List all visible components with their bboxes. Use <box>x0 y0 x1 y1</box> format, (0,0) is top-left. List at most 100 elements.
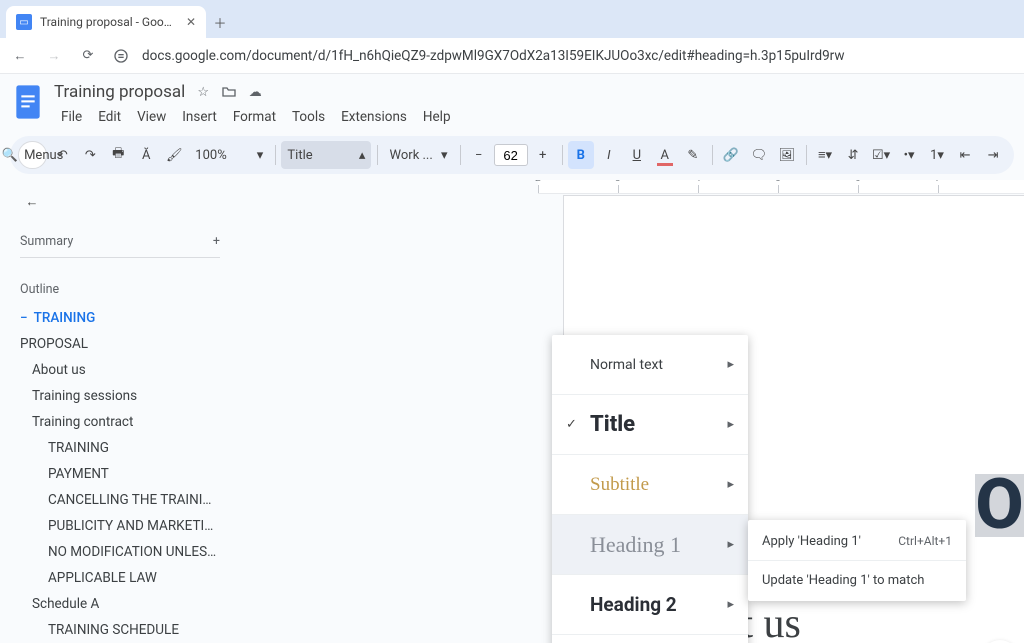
style-heading-1[interactable]: Heading 1 ▸ <box>552 515 748 575</box>
keyboard-shortcut: Ctrl+Alt+1 <box>898 534 952 548</box>
outline-sidebar: ← Summary + Outline −TRAINING PROPOSAL A… <box>0 180 248 643</box>
underline-button[interactable]: U <box>624 141 650 169</box>
chevron-right-icon: ▸ <box>727 477 734 492</box>
outline-heading: Outline <box>20 282 228 297</box>
insert-image-button[interactable]: 🖼 <box>774 141 800 169</box>
insert-link-button[interactable]: 🔗 <box>718 141 744 169</box>
chevron-up-icon: ▴ <box>359 148 366 163</box>
spellcheck-button[interactable]: Ă <box>133 141 159 169</box>
menu-format[interactable]: Format <box>226 106 283 128</box>
outline-item[interactable]: TRAINING <box>20 435 220 461</box>
outline-item[interactable]: APPLICABLE LAW <box>20 565 220 591</box>
paragraph-styles-menu: Normal text ▸ ✓Title ▸ Subtitle ▸ Headin… <box>552 335 748 643</box>
collapse-icon[interactable]: − <box>20 310 28 326</box>
increase-indent-button[interactable]: ⇥ <box>980 141 1006 169</box>
style-title[interactable]: ✓Title ▸ <box>552 395 748 455</box>
menu-extensions[interactable]: Extensions <box>334 106 414 128</box>
site-info-icon[interactable] <box>110 45 132 67</box>
align-button[interactable]: ≡▾ <box>812 141 838 169</box>
undo-button[interactable]: ↶ <box>49 141 75 169</box>
menu-help[interactable]: Help <box>416 106 458 128</box>
collapse-outline-button[interactable]: ← <box>20 190 44 214</box>
search-icon: 🔍 <box>2 148 18 163</box>
menu-view[interactable]: View <box>130 106 173 128</box>
title-text-fragment[interactable]: OPOSAL <box>975 474 1024 537</box>
horizontal-ruler[interactable]: 2 3 4 5 6 7 <box>538 180 1024 194</box>
text-color-button[interactable]: A <box>652 141 678 169</box>
google-docs-app: Training proposal ☆ ☁ File Edit View Ins… <box>0 74 1024 643</box>
outline-item[interactable]: CANCELLING THE TRAININ… <box>20 487 220 513</box>
apply-heading-1[interactable]: Apply 'Heading 1' Ctrl+Alt+1 <box>748 524 966 558</box>
docs-favicon: ▭ <box>16 14 32 30</box>
style-heading-3[interactable]: Heading 3 ▸ <box>552 635 748 643</box>
menu-insert[interactable]: Insert <box>175 106 224 128</box>
outline-item[interactable]: Schedule A <box>20 591 220 617</box>
outline-item[interactable]: NO MODIFICATION UNLESS … <box>20 539 220 565</box>
font-select[interactable]: Work ...▾ <box>384 141 454 169</box>
summary-heading: Summary <box>20 234 73 249</box>
url-text[interactable]: docs.google.com/document/d/1fH_n6hQieQZ9… <box>142 48 1016 64</box>
menu-tools[interactable]: Tools <box>285 106 332 128</box>
decrease-font-size[interactable]: − <box>466 141 492 169</box>
outline-item[interactable]: PAYMENT <box>20 461 220 487</box>
chevron-down-icon: ▾ <box>257 148 264 163</box>
paint-format-button[interactable]: 🖌 <box>161 141 187 169</box>
bold-button[interactable]: B <box>568 141 594 169</box>
heading-1-submenu: Apply 'Heading 1' Ctrl+Alt+1 Update 'Hea… <box>748 520 966 601</box>
line-spacing-button[interactable]: ⇵ <box>840 141 866 169</box>
menu-file[interactable]: File <box>54 106 89 128</box>
bulleted-list-button[interactable]: •▾ <box>896 141 922 169</box>
outline-item[interactable]: −TRAINING <box>20 305 220 331</box>
toolbar: 🔍 Menus ↶ ↷ 🖶 Ă 🖌 100%▾ Title▴ Work ...▾… <box>10 136 1014 174</box>
app-header: Training proposal ☆ ☁ File Edit View Ins… <box>0 74 1024 128</box>
outline-item[interactable]: PUBLICITY AND MARKETING <box>20 513 220 539</box>
search-menus[interactable]: 🔍 Menus <box>18 141 47 169</box>
chevron-right-icon: ▸ <box>727 357 734 372</box>
outline-item[interactable]: Training sessions <box>20 383 220 409</box>
browser-address-bar: ← → ⟳ docs.google.com/document/d/1fH_n6h… <box>0 38 1024 74</box>
checklist-button[interactable]: ☑▾ <box>868 141 894 169</box>
menu-bar: File Edit View Insert Format Tools Exten… <box>54 106 458 128</box>
move-icon[interactable] <box>221 84 237 100</box>
print-button[interactable]: 🖶 <box>105 141 131 169</box>
chevron-right-icon: ▸ <box>727 417 734 432</box>
tab-title: Training proposal - Google Do... <box>40 15 178 29</box>
outline-item[interactable]: TRAINING SCHEDULE <box>20 617 220 643</box>
outline-item[interactable]: Training contract <box>20 409 220 435</box>
italic-button[interactable]: I <box>596 141 622 169</box>
back-button[interactable]: ← <box>8 44 32 68</box>
outline-item[interactable]: PROPOSAL <box>20 331 220 357</box>
menu-edit[interactable]: Edit <box>91 106 128 128</box>
style-subtitle[interactable]: Subtitle ▸ <box>552 455 748 515</box>
outline-list: −TRAINING PROPOSAL About us Training ses… <box>20 305 228 643</box>
increase-font-size[interactable]: + <box>530 141 556 169</box>
chevron-down-icon: ▾ <box>441 148 448 163</box>
star-icon[interactable]: ☆ <box>195 84 211 100</box>
document-canvas[interactable]: 2 3 4 5 6 7 G OPOSAL About us Normal tex… <box>248 180 1024 643</box>
update-heading-1[interactable]: Update 'Heading 1' to match <box>748 563 966 597</box>
style-normal-text[interactable]: Normal text ▸ <box>552 335 748 395</box>
outline-item[interactable]: About us <box>20 357 220 383</box>
forward-button[interactable]: → <box>42 44 66 68</box>
font-size-input[interactable] <box>494 144 528 166</box>
decrease-indent-button[interactable]: ⇤ <box>952 141 978 169</box>
check-icon: ✓ <box>566 417 582 432</box>
style-heading-2[interactable]: Heading 2 ▸ <box>552 575 748 635</box>
browser-tab[interactable]: ▭ Training proposal - Google Do... ✕ <box>6 6 206 38</box>
redo-button[interactable]: ↷ <box>77 141 103 169</box>
reload-button[interactable]: ⟳ <box>76 44 100 68</box>
numbered-list-button[interactable]: 1▾ <box>924 141 950 169</box>
chevron-right-icon: ▸ <box>727 537 734 552</box>
docs-logo[interactable] <box>10 80 46 124</box>
chevron-right-icon: ▸ <box>727 597 734 612</box>
add-comment-button[interactable]: 🗨 <box>746 141 772 169</box>
close-tab-icon[interactable]: ✕ <box>186 15 196 29</box>
cloud-status-icon[interactable]: ☁ <box>247 84 263 100</box>
new-tab-button[interactable]: ＋ <box>206 6 234 38</box>
paragraph-style-select[interactable]: Title▴ <box>281 141 371 169</box>
highlight-button[interactable]: ✎ <box>680 141 706 169</box>
zoom-select[interactable]: 100%▾ <box>189 141 269 169</box>
add-summary-button[interactable]: + <box>213 234 220 249</box>
browser-tab-strip: ▭ Training proposal - Google Do... ✕ ＋ <box>0 0 1024 38</box>
document-title[interactable]: Training proposal <box>54 82 185 102</box>
